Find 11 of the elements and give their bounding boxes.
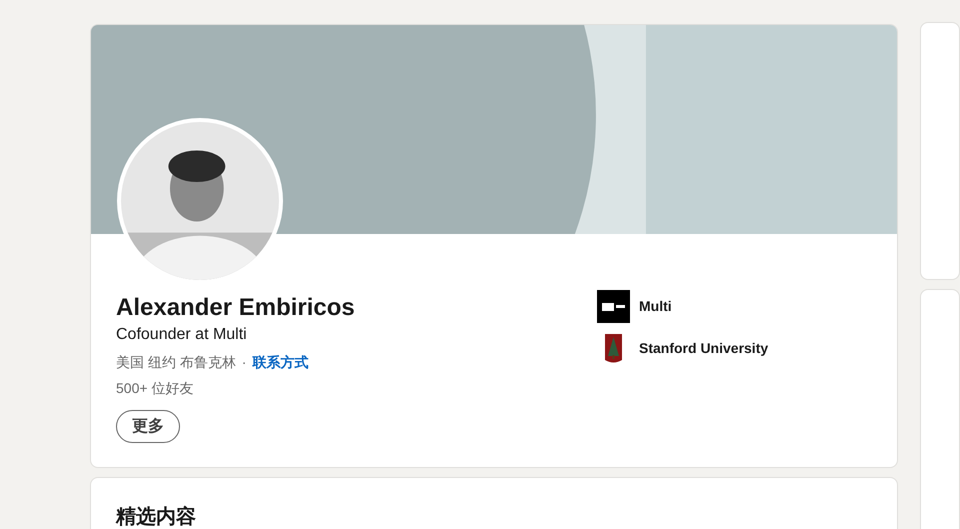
more-button[interactable]: 更多 <box>116 410 180 443</box>
headline: Cofounder at Multi <box>116 325 248 345</box>
contact-link[interactable]: 联系方式 <box>252 352 308 372</box>
affiliation-link[interactable]: Stanford University <box>639 338 768 359</box>
square-logo-icon <box>597 290 630 323</box>
connections-count: 500+ 位好友 <box>116 379 194 398</box>
section-title: 精选内容 <box>116 506 196 528</box>
affiliation-link[interactable]: Multi <box>639 296 672 317</box>
location: 美国 纽约 布鲁克林 <box>116 353 236 372</box>
profile-name: Alexander Embiricos <box>116 293 355 323</box>
separator: · <box>242 353 246 372</box>
